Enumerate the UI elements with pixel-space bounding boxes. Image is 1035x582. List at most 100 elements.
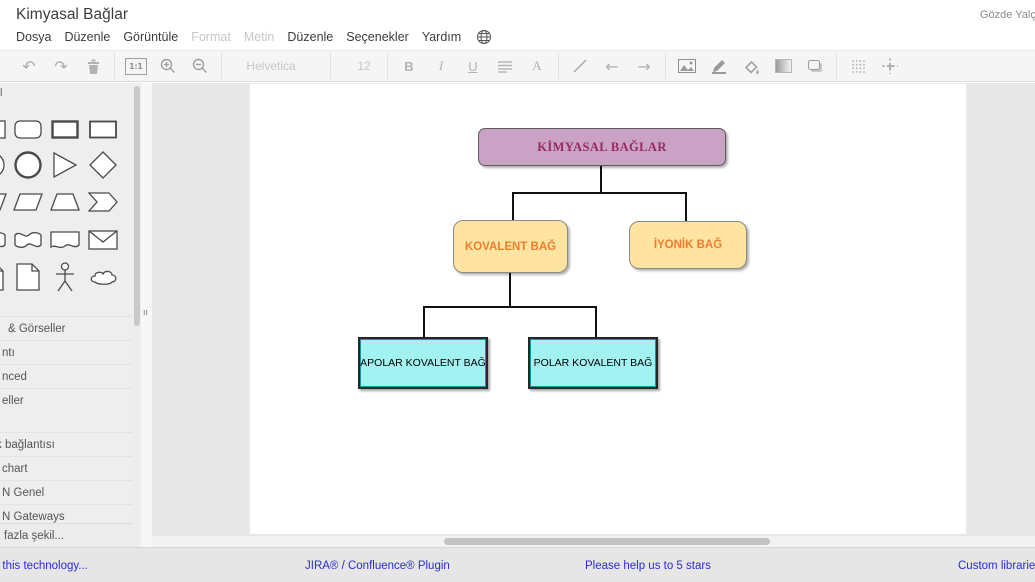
canvas-area: KİMYASAL BAĞLAR KOVALENT BAĞ İYONİK BAĞ … — [152, 83, 1035, 547]
arrow-right-button[interactable]: → — [633, 54, 655, 78]
sidebar-collapse-handle[interactable]: ıı — [143, 307, 148, 317]
sidebar-section-eller[interactable]: eller — [0, 388, 135, 413]
delete-button[interactable] — [82, 54, 104, 78]
shape-banner[interactable] — [49, 224, 81, 256]
horizontal-scrollbar-thumb[interactable] — [444, 538, 770, 545]
shape-row — [0, 113, 133, 147]
header: Kimyasal Bağlar Gözde Yalçın Dosya Düzen… — [0, 0, 1035, 50]
toolbar-separator — [665, 53, 666, 79]
gradient-button[interactable] — [772, 54, 794, 78]
text-style-group: B I U A — [398, 54, 548, 78]
status-link-jira-plugin[interactable]: JIRA® / Confluence® Plugin — [305, 560, 450, 572]
edge-kovalent-down[interactable] — [509, 273, 511, 307]
shape-parallelogram[interactable] — [0, 186, 8, 218]
shape-bold-circle[interactable] — [12, 149, 44, 181]
toolbar-separator — [221, 53, 222, 79]
edge-kovalent-horizontal[interactable] — [423, 306, 597, 308]
arrow-left-button[interactable]: ← — [601, 54, 623, 78]
menu-duzenle-2[interactable]: Düzenle — [287, 30, 333, 44]
status-bar: t this technology... JIRA® / Confluence®… — [0, 547, 1035, 582]
status-link-5-stars[interactable]: Please help us to 5 stars — [585, 560, 711, 572]
shape-triangle[interactable] — [49, 149, 81, 181]
menu-metin: Metin — [244, 30, 275, 44]
node-kimyasal-baglar[interactable]: KİMYASAL BAĞLAR — [478, 128, 726, 166]
zoom-in-button[interactable] — [157, 54, 179, 78]
node-kovalent-bag[interactable]: KOVALENT BAĞ — [453, 220, 568, 273]
shape-actor[interactable] — [49, 261, 81, 293]
shape-envelope[interactable] — [87, 224, 119, 256]
bold-button[interactable]: B — [398, 54, 420, 78]
line-button[interactable] — [569, 54, 591, 78]
sidebar-section-advanced[interactable]: nced — [0, 364, 135, 389]
shape-wave[interactable] — [12, 224, 44, 256]
shape-rectangle[interactable] — [87, 113, 119, 145]
sidebar-section-baglantisi[interactable]: k bağlantısı — [0, 432, 133, 457]
shape-circle[interactable] — [0, 149, 8, 181]
shape-parallelogram[interactable] — [12, 186, 44, 218]
sidebar-scrollbar-thumb[interactable] — [134, 86, 140, 326]
node-iyonik-bag[interactable]: İYONİK BAĞ — [629, 221, 747, 269]
node-polar-kovalent-bag[interactable]: POLAR KOVALENT BAĞ — [528, 337, 658, 389]
shape-cloud[interactable] — [87, 261, 119, 293]
sidebar-section-bpmn-genel[interactable]: N Genel — [0, 480, 135, 505]
shape-chevron[interactable] — [87, 186, 119, 218]
app-window: Kimyasal Bağlar Gözde Yalçın Dosya Düzen… — [0, 0, 1035, 582]
menu-dosya[interactable]: Dosya — [16, 30, 51, 44]
guides-crosshair-button[interactable] — [879, 54, 901, 78]
status-link-custom-libraries[interactable]: Custom libraries — [958, 560, 1035, 572]
sidebar-section-flowchart[interactable]: chart — [0, 456, 135, 481]
shadow-button[interactable] — [804, 54, 826, 78]
grid-toggle-button[interactable] — [847, 54, 869, 78]
horizontal-scrollbar[interactable] — [152, 535, 1035, 547]
line-color-pencil-button[interactable] — [708, 54, 730, 78]
shape-row — [0, 261, 133, 295]
one-to-one-icon: 1:1 — [125, 58, 147, 75]
fill-color-bucket-button[interactable] — [740, 54, 762, 78]
menu-bar: Dosya Düzenle Görüntüle Format Metin Düz… — [16, 29, 492, 45]
grid-group — [847, 54, 901, 78]
menu-secenekler[interactable]: Seçenekler — [346, 30, 409, 44]
edge-to-polar[interactable] — [595, 307, 597, 338]
font-color-button[interactable]: A — [526, 54, 548, 78]
italic-button[interactable]: I — [430, 54, 452, 78]
align-button[interactable] — [494, 54, 516, 78]
edge-to-kovalent[interactable] — [512, 193, 514, 221]
gradient-icon — [775, 59, 792, 73]
font-family-select[interactable]: Helvetica — [232, 59, 310, 73]
actual-size-button[interactable]: 1:1 — [125, 54, 147, 78]
edge-to-iyonik[interactable] — [685, 193, 687, 222]
zoom-out-button[interactable] — [189, 54, 211, 78]
shape-rounded-rectangle[interactable] — [12, 113, 44, 145]
more-shapes-button[interactable]: fazla şekil... — [0, 523, 145, 548]
undo-button[interactable]: ↶ — [18, 54, 40, 78]
edge-to-apolar[interactable] — [423, 307, 425, 338]
shape-rectangle[interactable] — [0, 113, 8, 145]
language-globe-icon[interactable] — [476, 29, 492, 45]
shape-row — [0, 224, 133, 258]
menu-yardim[interactable]: Yardım — [422, 30, 461, 44]
shape-bold-rectangle[interactable] — [49, 113, 81, 145]
sidebar-section-nti[interactable]: ntı — [0, 340, 135, 365]
node-apolar-kovalent-bag[interactable]: APOLAR KOVALENT BAĞ — [358, 337, 488, 389]
menu-goruntule[interactable]: Görüntüle — [123, 30, 178, 44]
shape-wave[interactable] — [0, 224, 8, 256]
shape-document[interactable] — [12, 261, 44, 293]
toolbar-separator — [387, 53, 388, 79]
shape-row — [0, 149, 133, 183]
edge-root-horizontal[interactable] — [512, 192, 687, 194]
menu-duzenle[interactable]: Düzenle — [64, 30, 110, 44]
image-button[interactable] — [676, 54, 698, 78]
sidebar-resize-strip[interactable]: ıı — [141, 83, 152, 547]
font-group: Helvetica 12 — [232, 53, 377, 79]
redo-button[interactable]: ↷ — [50, 54, 72, 78]
shape-trapezoid[interactable] — [49, 186, 81, 218]
font-size-select[interactable]: 12 — [351, 59, 377, 73]
sidebar-section-gorseller[interactable]: & Görseller — [0, 316, 141, 341]
status-link-technology[interactable]: t this technology... — [0, 560, 88, 572]
shape-diamond[interactable] — [87, 149, 119, 181]
underline-button[interactable]: U — [462, 54, 484, 78]
sidebar-scrollbar[interactable] — [133, 83, 141, 547]
style-group — [676, 54, 826, 78]
shape-document[interactable] — [0, 261, 8, 293]
edge-root-down[interactable] — [600, 166, 602, 193]
